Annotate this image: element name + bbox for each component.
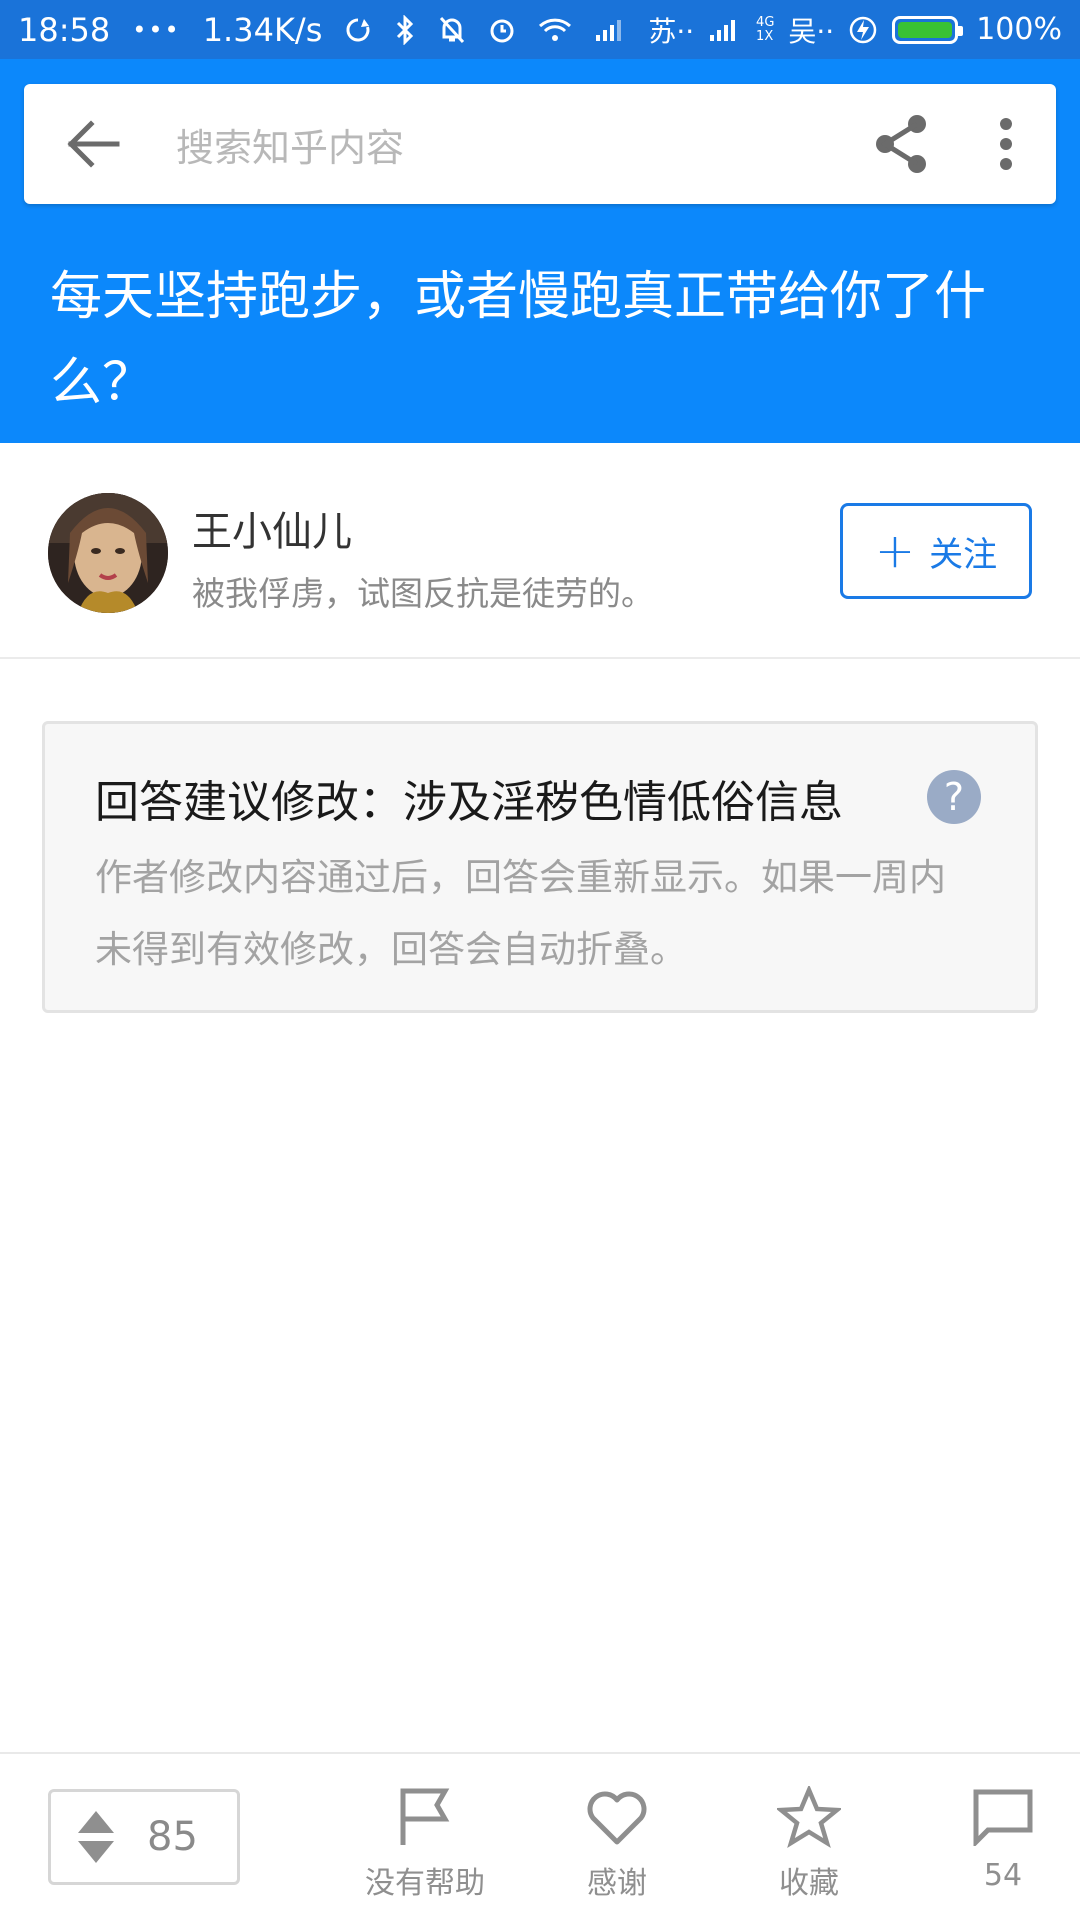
comment-icon <box>968 1782 1038 1852</box>
follow-label: 关注 <box>929 534 998 575</box>
more-options-button[interactable] <box>956 84 1056 204</box>
battery-percent: 100% <box>976 12 1062 47</box>
status-net-speed: 1.34K/s <box>202 10 323 49</box>
status-dots: ••• <box>132 15 181 44</box>
net-type-4g: 4G <box>756 14 775 30</box>
vote-count: 85 <box>147 1814 198 1860</box>
flag-icon <box>390 1782 460 1852</box>
search-bar: 搜索知乎内容 <box>24 84 1056 204</box>
thanks-label: 感谢 <box>587 1866 647 1901</box>
vote-button[interactable]: 85 <box>48 1789 240 1885</box>
author-bio: 被我俘虏，试图反抗是徒劳的。 <box>192 574 654 613</box>
heart-icon <box>582 1782 652 1852</box>
bluetooth-icon <box>394 14 416 45</box>
thanks-button[interactable]: 感谢 <box>542 1782 692 1902</box>
avatar-image <box>48 493 168 613</box>
author-row: 王小仙儿 被我俘虏，试图反抗是徒劳的。 + 关注 <box>0 443 1080 659</box>
signal-4g-icon <box>708 17 742 43</box>
help-icon[interactable]: ? <box>927 770 981 824</box>
question-title[interactable]: 每天坚持跑步，或者慢跑真正带给你了什么？ <box>50 254 1010 426</box>
net-type-stack: 4G 1X <box>756 14 775 44</box>
sync-icon <box>344 16 372 44</box>
question-header: 搜索知乎内容 每天坚持跑步，或者慢跑真正带给你了什么？ <box>0 59 1080 443</box>
carrier-1: 苏·· <box>648 14 695 48</box>
collect-label: 收藏 <box>779 1866 839 1901</box>
battery-fill <box>898 21 953 38</box>
moderation-notice: 回答建议修改：涉及淫秽色情低俗信息 ? 作者修改内容通过后，回答会重新显示。如果… <box>42 721 1038 1013</box>
author-name[interactable]: 王小仙儿 <box>192 499 352 557</box>
author-avatar[interactable] <box>48 493 168 613</box>
notice-title: 回答建议修改：涉及淫秽色情低俗信息 <box>95 777 843 828</box>
star-icon <box>774 1782 844 1852</box>
follow-button[interactable]: + 关注 <box>840 503 1032 599</box>
battery-icon <box>892 15 964 44</box>
wifi-icon <box>538 17 572 43</box>
comments-button[interactable]: 54 <box>928 1782 1078 1902</box>
alarm-icon <box>488 15 516 45</box>
vote-arrows-icon <box>51 1792 141 1882</box>
back-arrow-icon <box>67 120 120 168</box>
plus-icon: + <box>874 523 916 579</box>
share-icon <box>876 115 926 173</box>
collect-button[interactable]: 收藏 <box>734 1782 884 1902</box>
status-bar: 18:58 ••• 1.34K/s 苏·· 4G 1X 吴·· 100% <box>0 0 1080 59</box>
status-time: 18:58 <box>18 10 111 49</box>
carrier-2: 吴·· <box>788 14 835 48</box>
more-vertical-icon <box>1000 118 1012 170</box>
bottom-action-bar: 85 没有帮助 感谢 收藏 54 <box>0 1752 1080 1920</box>
search-input[interactable]: 搜索知乎内容 <box>164 117 846 172</box>
not-helpful-label: 没有帮助 <box>365 1866 485 1901</box>
net-type-1x: 1X <box>756 28 774 44</box>
notice-body: 作者修改内容通过后，回答会重新显示。如果一周内未得到有效修改，回答会自动折叠。 <box>95 856 946 971</box>
mute-notification-icon <box>438 15 466 45</box>
signal-icon <box>594 17 626 43</box>
back-button[interactable] <box>24 84 164 204</box>
not-helpful-button[interactable]: 没有帮助 <box>350 1782 500 1902</box>
charging-icon <box>848 15 878 45</box>
comment-count: 54 <box>983 1858 1023 1893</box>
share-button[interactable] <box>846 84 956 204</box>
